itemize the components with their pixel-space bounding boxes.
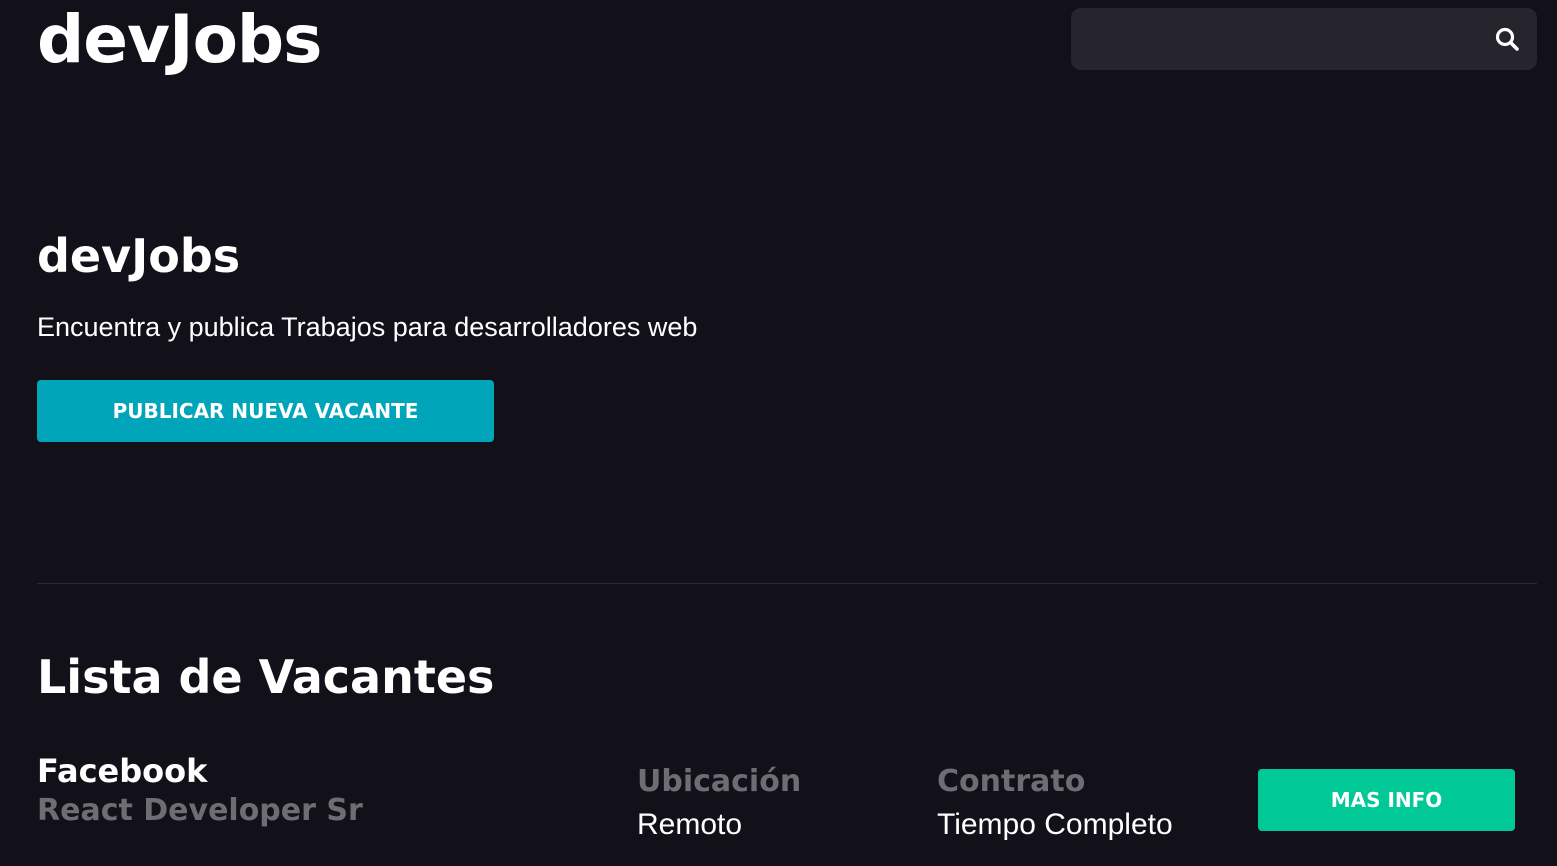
section-divider: [37, 583, 1537, 584]
vacancy-company: Facebook: [37, 752, 208, 790]
vacancy-location-label: Ubicación: [637, 764, 802, 799]
more-info-button[interactable]: MAS INFO: [1258, 769, 1515, 831]
search-input[interactable]: [1071, 8, 1471, 70]
vacancy-location: Remoto: [637, 808, 743, 841]
publish-vacancy-button[interactable]: PUBLICAR NUEVA VACANTE: [37, 380, 494, 442]
search-icon: [1495, 27, 1519, 51]
vacancy-contract-label: Contrato: [937, 764, 1086, 799]
hero-title: devJobs: [37, 229, 241, 283]
vacancies-heading: Lista de Vacantes: [37, 650, 495, 704]
search-button[interactable]: [1491, 23, 1523, 55]
hero-subtitle: Encuentra y publica Trabajos para desarr…: [37, 312, 698, 342]
vacancy-title: React Developer Sr: [37, 793, 363, 828]
vacancy-contract: Tiempo Completo: [937, 808, 1173, 841]
search-form: [1071, 8, 1537, 70]
site-logo[interactable]: devJobs: [37, 0, 322, 80]
